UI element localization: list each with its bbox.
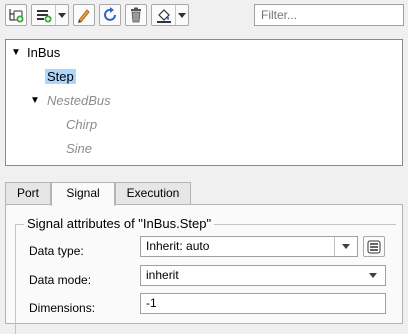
- insert-element-button[interactable]: [31, 4, 69, 26]
- tab-signal[interactable]: Signal: [51, 182, 115, 206]
- list-assistant-icon: [367, 240, 381, 253]
- tree-item-chirp[interactable]: Chirp: [66, 116, 97, 134]
- tree-item-step[interactable]: Step: [45, 68, 76, 86]
- insert-list-icon: [36, 10, 52, 23]
- paint-bucket-icon: [156, 9, 171, 23]
- signal-panel: Signal attributes of "InBus.Step" Data t…: [5, 204, 403, 334]
- toolbar: [0, 0, 408, 34]
- refresh-icon: [104, 7, 116, 21]
- delete-button[interactable]: [125, 4, 147, 26]
- data-type-label: Data type:: [29, 244, 84, 258]
- pencil-icon: [78, 9, 90, 23]
- refresh-button[interactable]: [99, 4, 121, 26]
- tree-item-label: Step: [45, 69, 76, 84]
- dimensions-label: Dimensions:: [29, 301, 96, 315]
- chevron-down-icon[interactable]: [55, 5, 68, 25]
- chevron-down-icon[interactable]: [175, 5, 188, 25]
- group-title: Signal attributes of "InBus.Step": [24, 216, 215, 231]
- data-mode-select[interactable]: inherit: [140, 265, 386, 286]
- edit-button[interactable]: [73, 4, 95, 26]
- bus-element-tree: ▼ InBus Step ▼ NestedBus Chirp Sine: [5, 39, 403, 166]
- data-mode-value: inherit: [146, 268, 179, 282]
- add-bus-element-button[interactable]: [5, 4, 27, 26]
- dimensions-input[interactable]: -1: [140, 293, 386, 314]
- collapse-caret-icon[interactable]: ▼: [30, 92, 40, 110]
- chevron-down-icon: [369, 273, 377, 278]
- tab-port[interactable]: Port: [5, 182, 51, 204]
- highlight-button[interactable]: [151, 4, 189, 26]
- dimensions-value: -1: [146, 296, 157, 310]
- data-type-field[interactable]: Inherit: auto: [140, 236, 358, 257]
- data-type-dropdown-button[interactable]: [334, 237, 357, 256]
- data-mode-label: Data mode:: [29, 273, 92, 287]
- chevron-down-icon: [342, 244, 350, 249]
- trash-icon: [131, 7, 141, 23]
- tree-item-sine[interactable]: Sine: [66, 140, 92, 158]
- add-element-icon: [9, 9, 24, 23]
- tab-execution[interactable]: Execution: [115, 182, 191, 204]
- data-type-value: Inherit: auto: [146, 239, 210, 253]
- tree-item-nestedbus[interactable]: NestedBus: [47, 92, 111, 110]
- collapse-caret-icon[interactable]: ▼: [11, 44, 21, 62]
- data-type-assistant-button[interactable]: [363, 236, 385, 257]
- filter-input[interactable]: [254, 4, 404, 26]
- tree-root-item[interactable]: InBus: [27, 44, 60, 62]
- tab-bar: Port Signal Execution: [5, 182, 403, 206]
